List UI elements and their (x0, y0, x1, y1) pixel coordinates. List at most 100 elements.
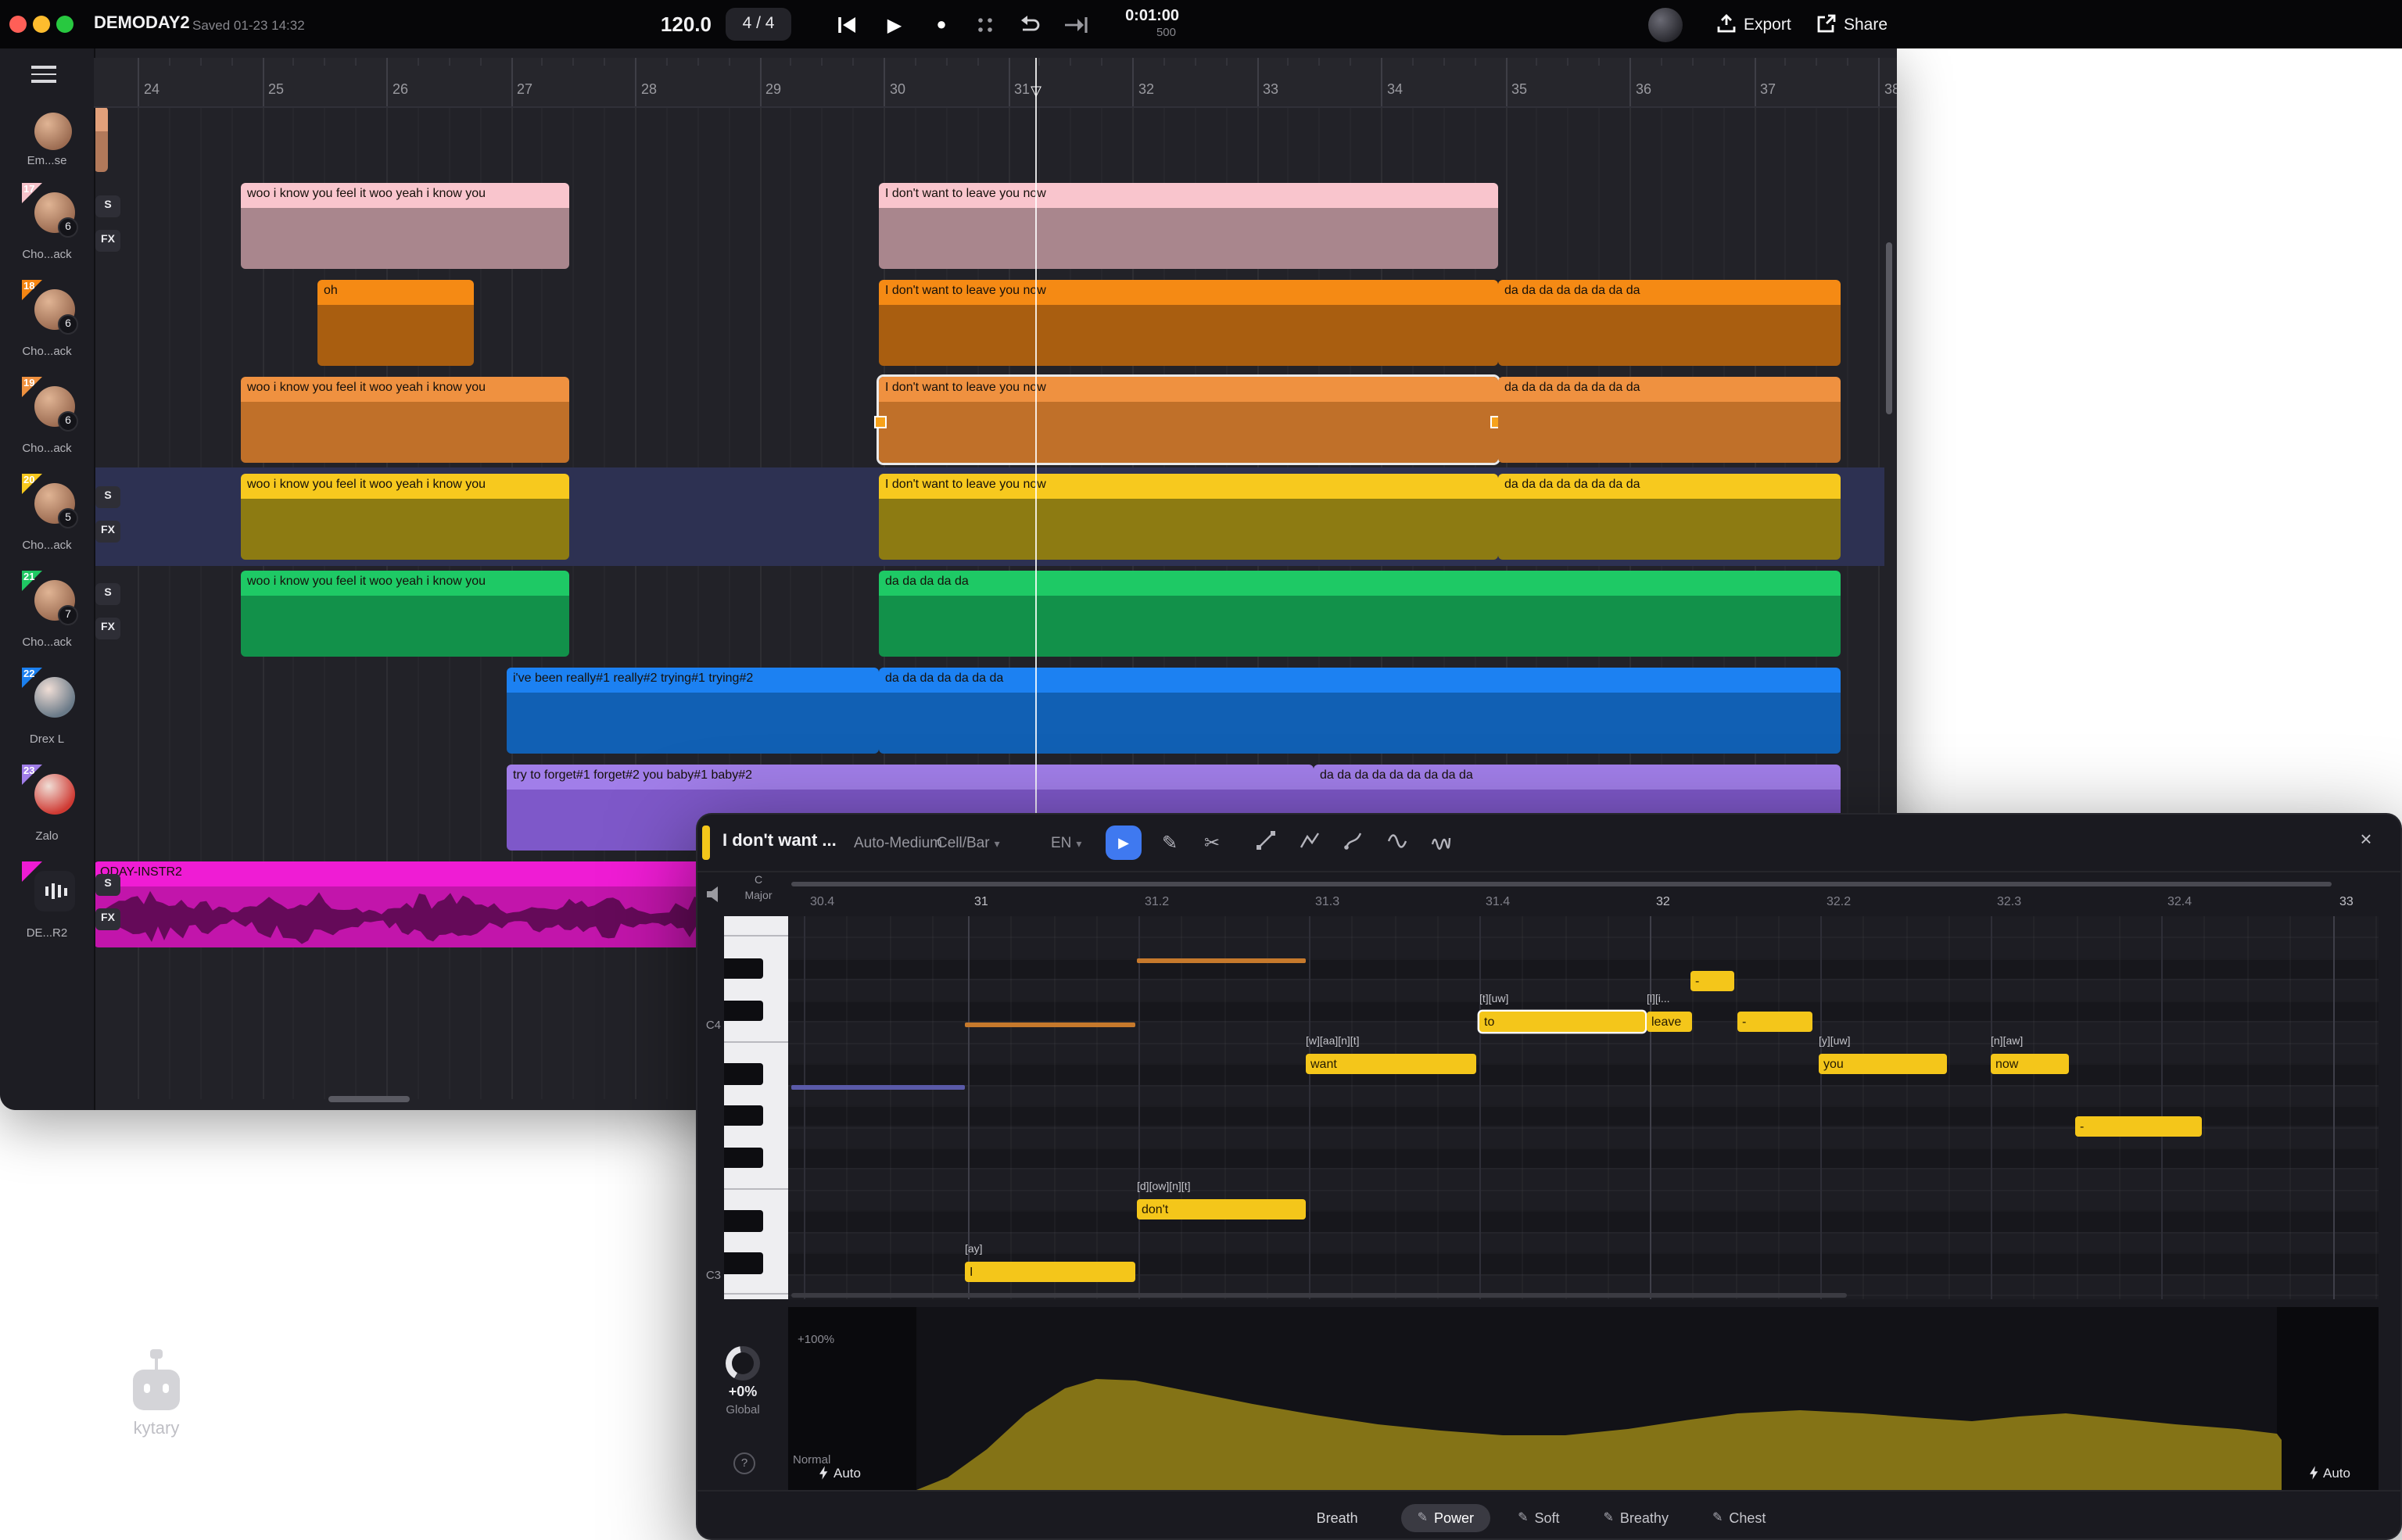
vertical-scrollbar[interactable] (1886, 242, 1892, 414)
clip[interactable]: I don't want to leave you now (879, 183, 1498, 269)
param-tab-chest[interactable]: ✎Chest (1697, 1503, 1781, 1531)
track-header[interactable]: 186Cho...ack (0, 280, 94, 366)
note[interactable]: to (1479, 1012, 1645, 1032)
note[interactable]: - (1737, 1012, 1812, 1032)
parameter-curve-area[interactable]: +100% Normal Auto Auto (788, 1307, 2379, 1490)
time-signature[interactable]: 4 / 4 (726, 8, 791, 41)
vibrato-tool[interactable] (1428, 830, 1453, 855)
note-grid[interactable]: -[t][uw]to[l][i...leave-[w][aa][n][t]wan… (788, 916, 2379, 1299)
note[interactable]: - (1690, 971, 1734, 991)
clip[interactable]: da da da da da da da da (1498, 474, 1841, 560)
clip[interactable]: woo i know you feel it woo yeah i know y… (241, 474, 569, 560)
clip[interactable]: oh (317, 280, 474, 366)
black-key[interactable] (724, 1252, 763, 1273)
gain-knob[interactable] (726, 1346, 760, 1381)
track-header[interactable]: 217Cho...ack (0, 571, 94, 657)
tempo-display[interactable]: 120.0 (630, 13, 712, 36)
note[interactable]: you (1819, 1054, 1947, 1074)
clip[interactable]: I don't want to leave you now (879, 474, 1498, 560)
zoom-window-light[interactable] (56, 15, 73, 32)
fx-button[interactable]: FX (95, 230, 120, 252)
clip[interactable]: da da da da da (879, 571, 1841, 657)
fx-button[interactable]: FX (95, 908, 120, 930)
record-button[interactable]: ● (926, 9, 957, 41)
timeline-ruler[interactable]: 242526272829303132333435363738 (94, 58, 1897, 108)
black-key[interactable] (724, 1001, 763, 1022)
black-key[interactable] (724, 1063, 763, 1084)
polyline-tool[interactable] (1296, 830, 1321, 855)
black-key[interactable] (724, 1105, 763, 1126)
param-tab-soft[interactable]: ✎Soft (1502, 1503, 1575, 1531)
note[interactable]: want (1306, 1054, 1476, 1074)
param-tab-power[interactable]: ✎Power (1402, 1503, 1490, 1531)
solo-button[interactable]: S (95, 486, 120, 508)
skip-to-start-button[interactable] (832, 9, 863, 41)
loop-button[interactable] (1013, 9, 1045, 41)
cell-bar-dropdown[interactable]: Cell/Bar▾ (937, 835, 1000, 852)
help-icon[interactable]: ? (733, 1452, 755, 1474)
playhead-marker[interactable]: ▽ (1026, 83, 1046, 100)
clip[interactable]: woo i know you feel it woo yeah i know y… (241, 377, 569, 463)
robot-icon (133, 1370, 180, 1410)
scale-root-label[interactable]: C (741, 876, 776, 886)
clip[interactable]: I don't want to leave you now (879, 280, 1498, 366)
editor-horizontal-scrollbar[interactable] (791, 1293, 1847, 1298)
track-header[interactable]: 23Zalo (0, 765, 94, 851)
ruler-tick (666, 58, 668, 66)
param-tab-breathy[interactable]: ✎Breathy (1588, 1503, 1684, 1531)
user-avatar[interactable] (1648, 7, 1683, 41)
clip[interactable]: da da da da da da da da (1498, 377, 1841, 463)
editor-ruler[interactable]: 30.43131.231.331.43232.232.332.433 (697, 894, 2400, 910)
clip-resize-handle[interactable] (874, 415, 887, 428)
black-key[interactable] (724, 1148, 763, 1169)
solo-button[interactable]: S (95, 583, 120, 605)
track-header[interactable]: 205Cho...ack (0, 474, 94, 560)
solo-button[interactable]: S (95, 195, 120, 217)
voice-mode-label[interactable]: Auto-Medium (854, 835, 942, 852)
scissors-tool[interactable]: ✂ (1199, 830, 1224, 855)
piano-keyboard[interactable] (724, 916, 788, 1299)
clip[interactable] (94, 106, 108, 172)
language-dropdown[interactable]: EN▾ (1051, 835, 1081, 852)
track-header[interactable]: Em...se (0, 106, 94, 172)
play-button[interactable]: ▶ (879, 9, 910, 41)
black-key[interactable] (724, 1211, 763, 1232)
note[interactable]: don't (1137, 1199, 1306, 1219)
note[interactable]: I (965, 1262, 1135, 1282)
pencil-tool[interactable]: ✎ (1157, 830, 1182, 855)
clip[interactable]: woo i know you feel it woo yeah i know y… (241, 183, 569, 269)
solo-button[interactable]: S (95, 874, 120, 896)
sine-wave-tool[interactable] (1384, 830, 1409, 855)
close-window-light[interactable] (9, 15, 26, 32)
clip[interactable]: I don't want to leave you now (879, 377, 1498, 463)
minimize-window-light[interactable] (32, 15, 49, 32)
grid-pattern-icon[interactable] (970, 9, 1001, 41)
export-button[interactable]: Export (1717, 11, 1791, 39)
clip[interactable]: da da da da da da da (879, 668, 1841, 754)
menu-icon[interactable] (31, 66, 56, 83)
clip[interactable]: i've been really#1 really#2 trying#1 try… (507, 668, 879, 754)
clip[interactable]: woo i know you feel it woo yeah i know y… (241, 571, 569, 657)
fx-button[interactable]: FX (95, 521, 120, 543)
close-icon[interactable]: × (2354, 827, 2379, 851)
track-header[interactable]: 196Cho...ack (0, 377, 94, 463)
pointer-tool-button[interactable]: ▶ (1106, 826, 1142, 860)
overview-scrollbar[interactable] (791, 882, 2332, 886)
horizontal-scrollbar[interactable] (328, 1096, 410, 1102)
line-tool[interactable] (1253, 830, 1278, 855)
fx-button[interactable]: FX (95, 618, 120, 639)
black-key[interactable] (724, 958, 763, 980)
track-header[interactable]: 22Drex L (0, 668, 94, 754)
note[interactable]: - (2075, 1116, 2202, 1137)
track-header[interactable]: DE...R2 (0, 861, 94, 947)
note[interactable]: now (1991, 1054, 2069, 1074)
auto-button-right[interactable]: Auto (2309, 1465, 2350, 1481)
share-button[interactable]: Share (1817, 11, 1888, 39)
jump-to-end-button[interactable] (1060, 9, 1092, 41)
auto-button-left[interactable]: Auto (819, 1465, 861, 1481)
curve-pen-tool[interactable] (1340, 830, 1365, 855)
param-tab-breath[interactable]: Breath (1317, 1510, 1358, 1525)
track-header[interactable]: 176Cho...ack (0, 183, 94, 269)
clip[interactable]: da da da da da da da da (1498, 280, 1841, 366)
note[interactable]: leave (1647, 1012, 1692, 1032)
